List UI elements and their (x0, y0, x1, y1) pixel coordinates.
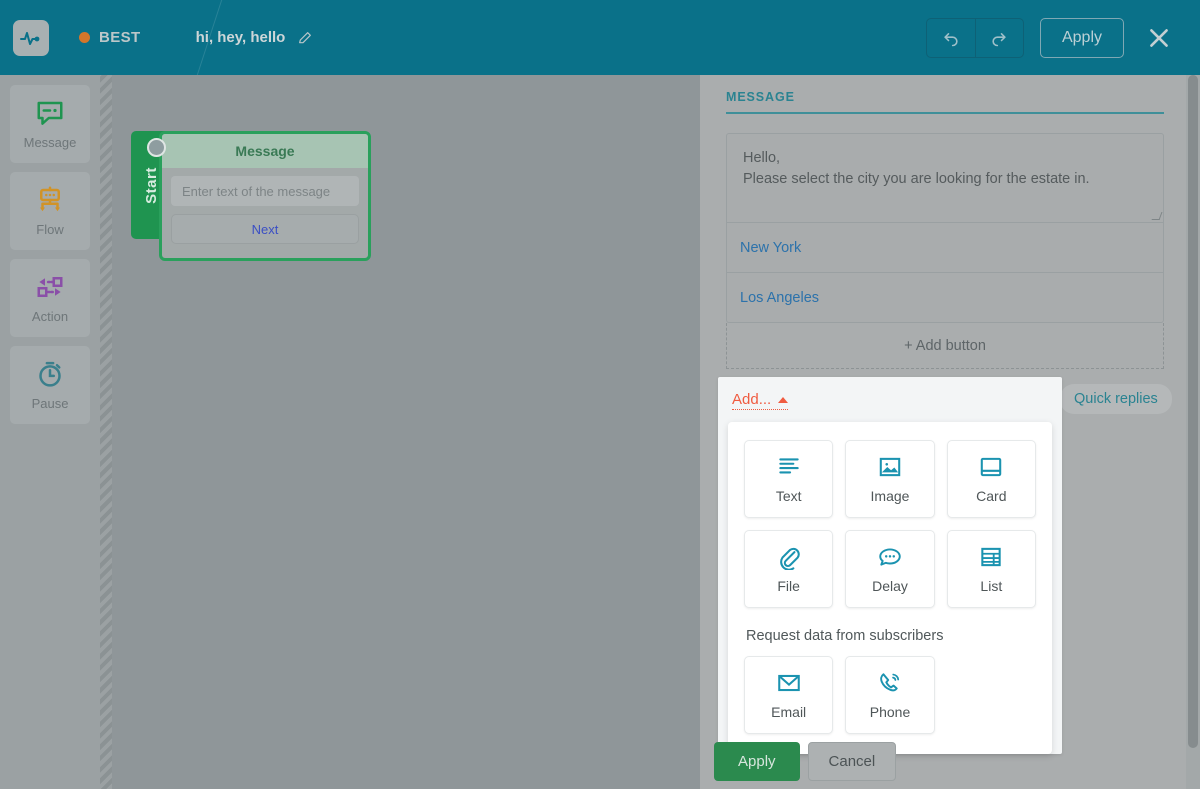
node-message-input[interactable]: Enter text of the message (171, 176, 359, 206)
flow-canvas[interactable]: Start Message Enter text of the message … (112, 75, 700, 789)
redo-arrow-icon (992, 32, 1007, 46)
text-lines-icon (778, 458, 799, 474)
delay-bubble-icon (879, 548, 901, 566)
page-scrollbar-thumb[interactable] (1188, 75, 1198, 748)
node-next-button[interactable]: Next (171, 214, 359, 244)
content-tile-grid: Text Image Card File Delay List (744, 440, 1036, 608)
sidebar-item-pause[interactable]: Pause (10, 346, 90, 424)
sidebar-item-label: Action (31, 309, 69, 324)
add-dropdown-trigger[interactable]: Add... (732, 391, 789, 410)
flow-branch-icon (40, 186, 60, 212)
textarea-resize-grip[interactable] (1151, 212, 1163, 220)
panel-section-title: MESSAGE (726, 90, 795, 104)
node-title: Message (162, 134, 368, 168)
list-table-icon (981, 547, 1002, 567)
message-text-line-1: Hello, (743, 150, 781, 166)
tile-label: Card (976, 488, 1007, 504)
tile-label: File (777, 578, 800, 594)
tile-phone[interactable]: Phone (845, 656, 935, 734)
undo-button[interactable] (927, 19, 975, 57)
sidebar-item-action[interactable]: Action (10, 259, 90, 337)
panel-divider (726, 112, 1164, 114)
app-logo[interactable] (13, 19, 49, 56)
tile-image[interactable]: Image (845, 440, 935, 518)
image-picture-icon (879, 457, 901, 477)
undo-redo-group (925, 17, 1024, 58)
message-textarea[interactable]: Hello, Please select the city you are lo… (727, 134, 1163, 222)
close-button[interactable] (1142, 21, 1176, 55)
action-arrows-icon (37, 277, 63, 297)
panel-footer: Apply Cancel (714, 742, 897, 781)
panel-content: MESSAGE Hello, Please select the city yo… (700, 75, 1200, 369)
envelope-icon (777, 674, 800, 692)
message-button-new-york[interactable]: New York (727, 222, 1163, 272)
add-dropdown-card: Add... Text Image Card File Delay List R… (718, 377, 1062, 754)
brand-chip[interactable]: BEST (79, 29, 141, 46)
tile-email[interactable]: Email (744, 656, 834, 734)
tile-card[interactable]: Card (946, 440, 1036, 518)
tile-list[interactable]: List (946, 530, 1036, 608)
flow-title-group: hi, hey, hello (196, 29, 314, 46)
sidebar-item-label: Flow (36, 222, 64, 237)
tile-label: Image (870, 488, 910, 504)
pencil-icon[interactable] (297, 30, 313, 46)
sidebar-item-label: Message (23, 135, 77, 150)
start-label: Start (142, 166, 160, 204)
node-body: Enter text of the message Next (162, 168, 368, 258)
message-button-los-angeles[interactable]: Los Angeles (727, 272, 1163, 322)
add-dropdown-menu: Text Image Card File Delay List Request … (728, 422, 1052, 754)
tile-label: Phone (869, 704, 911, 720)
top-bar: BEST hi, hey, hello Apply (0, 0, 1200, 75)
message-text-line-2: Please select the city you are looking f… (743, 171, 1090, 188)
tile-label: List (980, 578, 1003, 594)
canvas-edge-stripe (100, 75, 112, 789)
speech-bubble-icon (37, 101, 63, 125)
tile-delay[interactable]: Delay (845, 530, 935, 608)
page-scrollbar-track[interactable] (1186, 75, 1200, 789)
undo-arrow-icon (944, 32, 958, 46)
paperclip-icon (779, 547, 800, 570)
tile-file[interactable]: File (744, 530, 834, 608)
message-editor-panel: MESSAGE Hello, Please select the city yo… (700, 75, 1200, 789)
phone-ring-icon (880, 673, 900, 692)
apply-button[interactable]: Apply (714, 742, 800, 781)
close-x-icon (1150, 28, 1168, 47)
node-connector-dot[interactable] (147, 138, 166, 157)
request-data-label: Request data from subscribers (746, 628, 944, 644)
tile-text[interactable]: Text (744, 440, 834, 518)
message-node-card[interactable]: Message Enter text of the message Next (159, 131, 371, 261)
request-tile-grid: Email Phone (744, 656, 1036, 734)
message-block: Hello, Please select the city you are lo… (726, 133, 1164, 323)
status-dot (79, 32, 90, 43)
caret-up-icon (778, 396, 789, 403)
page-title: hi, hey, hello (195, 29, 286, 46)
apply-top-button[interactable]: Apply (1039, 17, 1124, 58)
top-actions: Apply (925, 0, 1200, 75)
stopwatch-icon (39, 361, 61, 387)
cancel-button[interactable]: Cancel (807, 742, 897, 781)
left-sidebar: Message Flow Action Pause (0, 75, 100, 789)
add-button-row[interactable]: + Add button (726, 323, 1164, 369)
sidebar-item-label: Pause (31, 396, 69, 411)
tile-label: Delay (872, 578, 908, 594)
redo-button[interactable] (974, 18, 1023, 57)
add-dropdown-label: Add... (732, 391, 772, 408)
sidebar-item-flow[interactable]: Flow (10, 172, 90, 250)
pulse-logo-icon (20, 31, 40, 45)
brand-label: BEST (99, 29, 141, 46)
tile-label: Email (771, 704, 807, 720)
sidebar-item-message[interactable]: Message (10, 85, 90, 163)
quick-replies-tab[interactable]: Quick replies (1060, 384, 1172, 414)
tile-label: Text (775, 488, 802, 504)
card-icon (981, 457, 1002, 477)
